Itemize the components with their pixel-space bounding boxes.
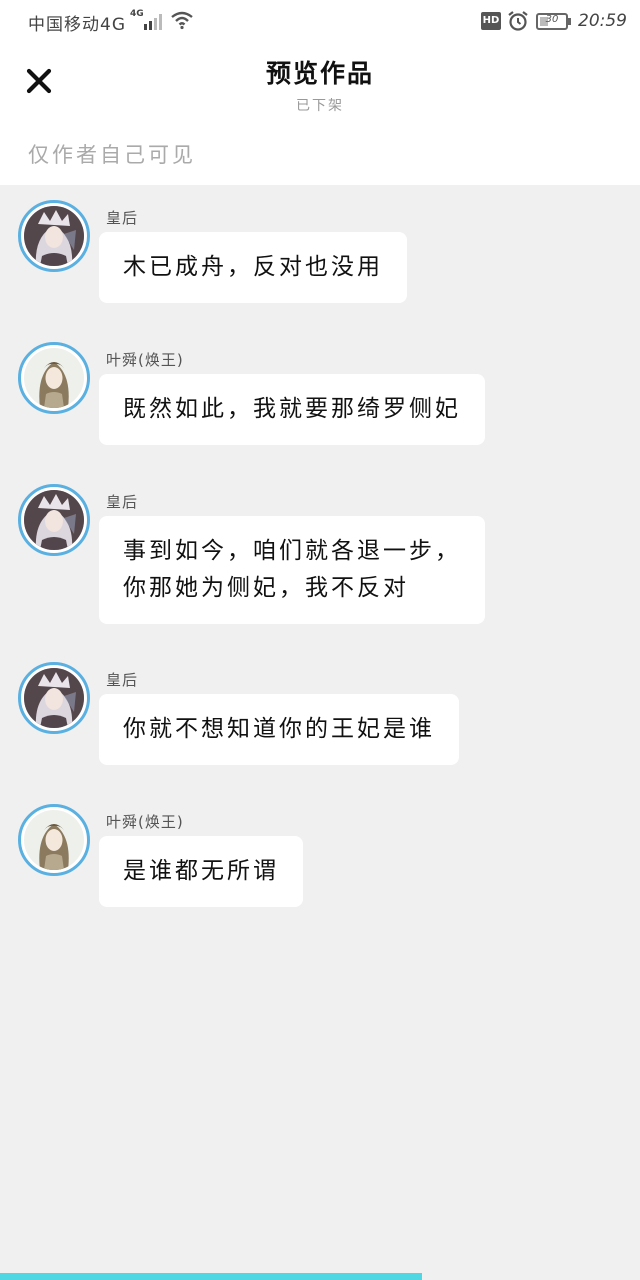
message-text: 你就不想知道你的王妃是谁 [123,716,435,742]
character-avatar[interactable] [18,200,90,272]
speaker-name: 皇后 [106,209,139,227]
hd-voice-badge: HD [481,12,501,30]
avatar-image [24,348,84,408]
screen: 中国移动4G 4G HD 30 20:59 预览作品 已下架 仅作者自己可见 皇… [0,0,640,1280]
speaker-name: 皇后 [106,671,139,689]
alarm-icon [508,11,528,31]
status-subtitle: 已下架 [296,98,344,114]
message-text: 既然如此，我就要那绮罗侧妃 [123,396,461,422]
avatar-image [24,490,84,550]
wifi-icon [171,11,193,30]
avatar-image [24,668,84,728]
message-text: 木已成舟，反对也没用 [123,254,383,280]
read-progress-bar [0,1273,640,1280]
avatar-image [24,206,84,266]
message-bubble: 你就不想知道你的王妃是谁 [99,694,459,765]
character-avatar[interactable] [18,342,90,414]
speaker-name: 叶舜(焕王) [106,351,184,369]
battery-icon: 30 [536,13,572,30]
character-avatar[interactable] [18,484,90,556]
read-progress-fill [0,1273,423,1280]
speaker-name: 叶舜(焕王) [106,813,184,831]
character-avatar[interactable] [18,662,90,734]
message-bubble: 既然如此，我就要那绮罗侧妃 [99,374,485,445]
message-text: 事到如今，咱们就各退一步， [123,538,461,564]
status-bar: 中国移动4G 4G HD 30 20:59 [0,0,640,44]
preview-header: 预览作品 已下架 仅作者自己可见 [0,44,640,185]
message-bubble: 事到如今，咱们就各退一步， 你那她为侧妃，我不反对 [99,516,485,624]
page-title: 预览作品 [265,59,374,88]
message-bubble: 木已成舟，反对也没用 [99,232,407,303]
carrier-label: 中国移动4G [28,15,126,35]
signal-icon [144,14,162,30]
avatar-image [24,810,84,870]
speaker-name: 皇后 [106,493,139,511]
visibility-note: 仅作者自己可见 [28,143,196,167]
status-time: 20:59 [578,11,627,31]
message-bubble: 是谁都无所谓 [99,836,303,907]
message-text: 你那她为侧妃，我不反对 [123,575,409,601]
chat-list[interactable]: 皇后 木已成舟，反对也没用 叶舜(焕王) 既然如此，我就要那绮罗侧妃 皇后 事到如今，咱们… [0,185,640,1275]
message-text: 是谁都无所谓 [123,858,279,884]
character-avatar[interactable] [18,804,90,876]
battery-level: 30 [545,14,559,25]
